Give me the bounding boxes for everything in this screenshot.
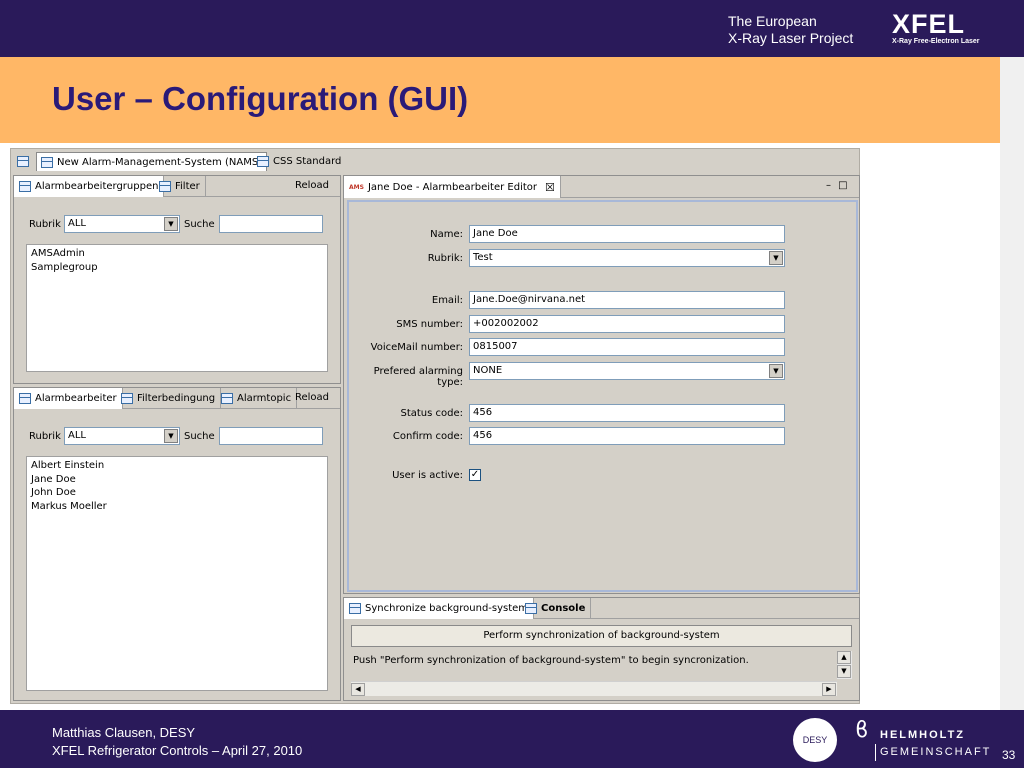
view-icon: [159, 181, 171, 192]
list-item[interactable]: Jane Doe: [31, 473, 323, 487]
tab-jane-doe-editor[interactable]: AMS Jane Doe - Alarmbearbeiter Editor ☒: [344, 176, 561, 198]
tab-alarmbearbeitergruppen[interactable]: Alarmbearbeitergruppen: [14, 176, 165, 197]
perspective-icon: [41, 156, 53, 168]
chevron-down-icon[interactable]: ▼: [769, 364, 783, 378]
perspective-icon: [257, 156, 269, 167]
confirm-code-label: Confirm code:: [392, 431, 463, 442]
users-body: Rubrik ALL ▼ Suche Albert Einstein Jane …: [14, 409, 340, 700]
groups-rubrik-select[interactable]: ALL ▼: [64, 215, 180, 233]
suche-label: Suche: [184, 219, 215, 230]
view-icon: [19, 393, 31, 404]
groups-body: Rubrik ALL ▼ Suche AMSAdmin Samplegroup: [14, 197, 340, 383]
perspective-css-standard[interactable]: CSS Standard: [253, 152, 345, 171]
perspective-nams[interactable]: New Alarm-Management-System (NAMS): [36, 152, 268, 171]
rubrik-label: Rubrik:: [427, 253, 463, 264]
list-item[interactable]: AMSAdmin: [31, 247, 323, 261]
list-item[interactable]: John Doe: [31, 486, 323, 500]
view-icon: [121, 393, 133, 404]
list-item[interactable]: Albert Einstein: [31, 459, 323, 473]
chevron-down-icon[interactable]: ▼: [164, 429, 178, 443]
chevron-down-icon[interactable]: ▼: [769, 251, 783, 265]
bottom-tabrow: Synchronize background-system Console: [344, 598, 859, 619]
minimize-maximize-icon[interactable]: – □: [826, 180, 850, 191]
editor-tabrow: AMS Jane Doe - Alarmbearbeiter Editor ☒ …: [344, 176, 859, 198]
scroll-left-icon[interactable]: ◀: [351, 683, 365, 696]
helmholtz-icon: ϐ: [855, 718, 869, 743]
view-icon: [19, 181, 31, 192]
list-item[interactable]: Samplegroup: [31, 261, 323, 275]
rubrik-label: Rubrik: [29, 431, 61, 442]
tab-filter[interactable]: Filter: [154, 176, 206, 197]
perform-sync-button[interactable]: Perform synchronization of background-sy…: [351, 625, 852, 647]
scroll-down-icon[interactable]: ▼: [837, 665, 851, 678]
tab-filterbedingung[interactable]: Filterbedingung: [116, 388, 222, 409]
user-editor-form: Name: Jane Doe Rubrik: Test ▼ Email: Jan…: [347, 200, 858, 592]
editor-panel: AMS Jane Doe - Alarmbearbeiter Editor ☒ …: [343, 175, 860, 594]
slide-side-strip: [1000, 57, 1024, 710]
voicemail-label: VoiceMail number:: [370, 342, 463, 353]
css-alarm-application: New Alarm-Management-System (NAMS) CSS S…: [10, 148, 860, 704]
chevron-down-icon[interactable]: ▼: [164, 217, 178, 231]
users-rubrik-select[interactable]: ALL ▼: [64, 427, 180, 445]
view-icon: [349, 603, 361, 614]
tab-synchronize[interactable]: Synchronize background-system: [344, 598, 535, 619]
tab-alarmtopic[interactable]: Alarmtopic: [216, 388, 298, 409]
users-panel: Alarmbearbeiter Filterbedingung Alarmtop…: [13, 387, 341, 701]
users-list: Albert Einstein Jane Doe John Doe Markus…: [26, 456, 328, 691]
users-tabrow: Alarmbearbeiter Filterbedingung Alarmtop…: [14, 388, 340, 409]
voicemail-number-field[interactable]: 0815007: [469, 338, 785, 356]
user-active-label: User is active:: [392, 470, 463, 481]
console-message: Push "Perform synchronization of backgro…: [353, 655, 749, 666]
console-icon: [525, 603, 537, 614]
email-label: Email:: [431, 295, 463, 306]
rubrik-label: Rubrik: [29, 219, 61, 230]
open-perspective-button[interactable]: [13, 152, 37, 171]
groups-reload-button[interactable]: Reload: [295, 180, 329, 191]
close-icon[interactable]: ☒: [545, 181, 555, 194]
slide-title: User – Configuration (GUI): [52, 80, 469, 117]
horizontal-scrollbar[interactable]: ◀ ▶: [351, 681, 837, 696]
groups-tabrow: Alarmbearbeitergruppen Filter Reload: [14, 176, 340, 197]
org-name: The European X-Ray Laser Project: [728, 13, 854, 46]
footer-author: Matthias Clausen, DESY XFEL Refrigerator…: [52, 725, 303, 758]
console-output: Push "Perform synchronization of backgro…: [351, 651, 852, 699]
sms-number-field[interactable]: +002002002: [469, 315, 785, 333]
users-search-input[interactable]: [219, 427, 323, 445]
email-field[interactable]: Jane.Doe@nirvana.net: [469, 291, 785, 309]
xfel-logo: XFEL X-Ray Free-Electron Laser: [892, 9, 980, 45]
desy-logo: DESY: [793, 718, 837, 762]
sync-console-panel: Synchronize background-system Console Pe…: [343, 597, 860, 701]
groups-search-input[interactable]: [219, 215, 323, 233]
alarming-type-label: Prefered alarming type:: [373, 366, 463, 388]
status-code-field[interactable]: 456: [469, 404, 785, 422]
slide-footer: Matthias Clausen, DESY XFEL Refrigerator…: [0, 710, 1024, 768]
sms-label: SMS number:: [396, 319, 463, 330]
name-label: Name:: [430, 229, 463, 240]
editor-rubrik-select[interactable]: Test ▼: [469, 249, 785, 267]
name-field[interactable]: Jane Doe: [469, 225, 785, 243]
groups-list: AMSAdmin Samplegroup: [26, 244, 328, 372]
vertical-scrollbar[interactable]: ▲ ▼: [837, 651, 852, 679]
user-active-checkbox[interactable]: ✓: [469, 469, 481, 481]
scroll-up-icon[interactable]: ▲: [837, 651, 851, 664]
open-perspective-icon: [17, 156, 29, 167]
confirm-code-field[interactable]: 456: [469, 427, 785, 445]
tab-alarmbearbeiter[interactable]: Alarmbearbeiter: [14, 388, 123, 409]
alarming-type-select[interactable]: NONE ▼: [469, 362, 785, 380]
helmholtz-logo: HELMHOLTZ GEMEINSCHAFT: [875, 727, 991, 761]
status-code-label: Status code:: [400, 408, 463, 419]
scroll-right-icon[interactable]: ▶: [822, 683, 836, 696]
list-item[interactable]: Markus Moeller: [31, 500, 323, 514]
users-reload-button[interactable]: Reload: [295, 392, 329, 403]
tab-console[interactable]: Console: [520, 598, 592, 619]
slide-header-bar: The European X-Ray Laser Project XFEL X-…: [0, 0, 1024, 57]
perspective-bar: New Alarm-Management-System (NAMS) CSS S…: [11, 149, 861, 173]
groups-panel: Alarmbearbeitergruppen Filter Reload Rub…: [13, 175, 341, 384]
ams-icon: AMS: [349, 183, 364, 191]
suche-label: Suche: [184, 431, 215, 442]
view-icon: [221, 393, 233, 404]
page-number: 33: [1002, 748, 1016, 762]
